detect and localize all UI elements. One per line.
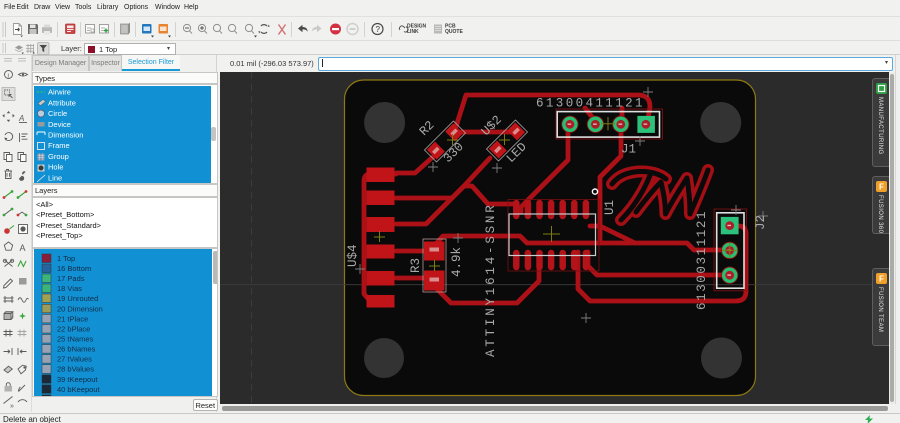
svg-text:?: ?	[376, 25, 381, 34]
svg-text:ATTINY1614-SSNR: ATTINY1614-SSNR	[484, 202, 498, 357]
svg-text:J2: J2	[754, 215, 768, 230]
svg-text:Dimension: Dimension	[48, 131, 83, 140]
svg-text:27 tValues: 27 tValues	[57, 354, 92, 363]
svg-text:25 tNames: 25 tNames	[57, 334, 94, 343]
svg-text:21 tPlace: 21 tPlace	[57, 314, 88, 323]
svg-text:R3: R3	[409, 258, 423, 273]
svg-text:i: i	[8, 72, 9, 79]
svg-text:39 tKeepout: 39 tKeepout	[57, 374, 98, 383]
svg-text:F: F	[879, 275, 884, 284]
svg-text:19 Unrouted: 19 Unrouted	[57, 294, 98, 303]
svg-text:J1: J1	[621, 143, 636, 157]
svg-text:1 Top: 1 Top	[57, 254, 75, 263]
svg-text:Group: Group	[48, 152, 69, 161]
svg-text:22 bPlace: 22 bPlace	[57, 324, 90, 333]
svg-text:Device: Device	[48, 120, 71, 129]
svg-text:Hole: Hole	[48, 163, 63, 172]
svg-text:Frame: Frame	[48, 141, 70, 150]
svg-text:U$4: U$4	[346, 244, 360, 267]
svg-text:QUOTE: QUOTE	[445, 29, 463, 35]
svg-text:28 bValues: 28 bValues	[57, 364, 94, 373]
svg-text:26 bNames: 26 bNames	[57, 344, 96, 353]
svg-text:4.9k: 4.9k	[450, 247, 464, 277]
svg-text:40 bKeepout: 40 bKeepout	[57, 384, 100, 393]
svg-text:Airwire: Airwire	[48, 88, 71, 97]
svg-text:F: F	[879, 183, 884, 192]
svg-text:61300411121: 61300411121	[536, 97, 645, 111]
svg-text:18 Vias: 18 Vias	[57, 284, 82, 293]
svg-text:Line: Line	[48, 173, 62, 182]
svg-text:A: A	[18, 114, 24, 123]
svg-text:61300311121: 61300311121	[695, 210, 709, 310]
svg-text:Circle: Circle	[48, 109, 67, 118]
svg-text:17 Pads: 17 Pads	[57, 274, 85, 283]
svg-text:U1: U1	[603, 200, 617, 215]
svg-text:Attribute: Attribute	[48, 98, 76, 107]
svg-text:16 Bottom: 16 Bottom	[57, 264, 91, 273]
svg-text:LINK: LINK	[407, 29, 419, 35]
svg-text:A: A	[20, 243, 26, 253]
svg-text:20 Dimension: 20 Dimension	[57, 304, 103, 313]
